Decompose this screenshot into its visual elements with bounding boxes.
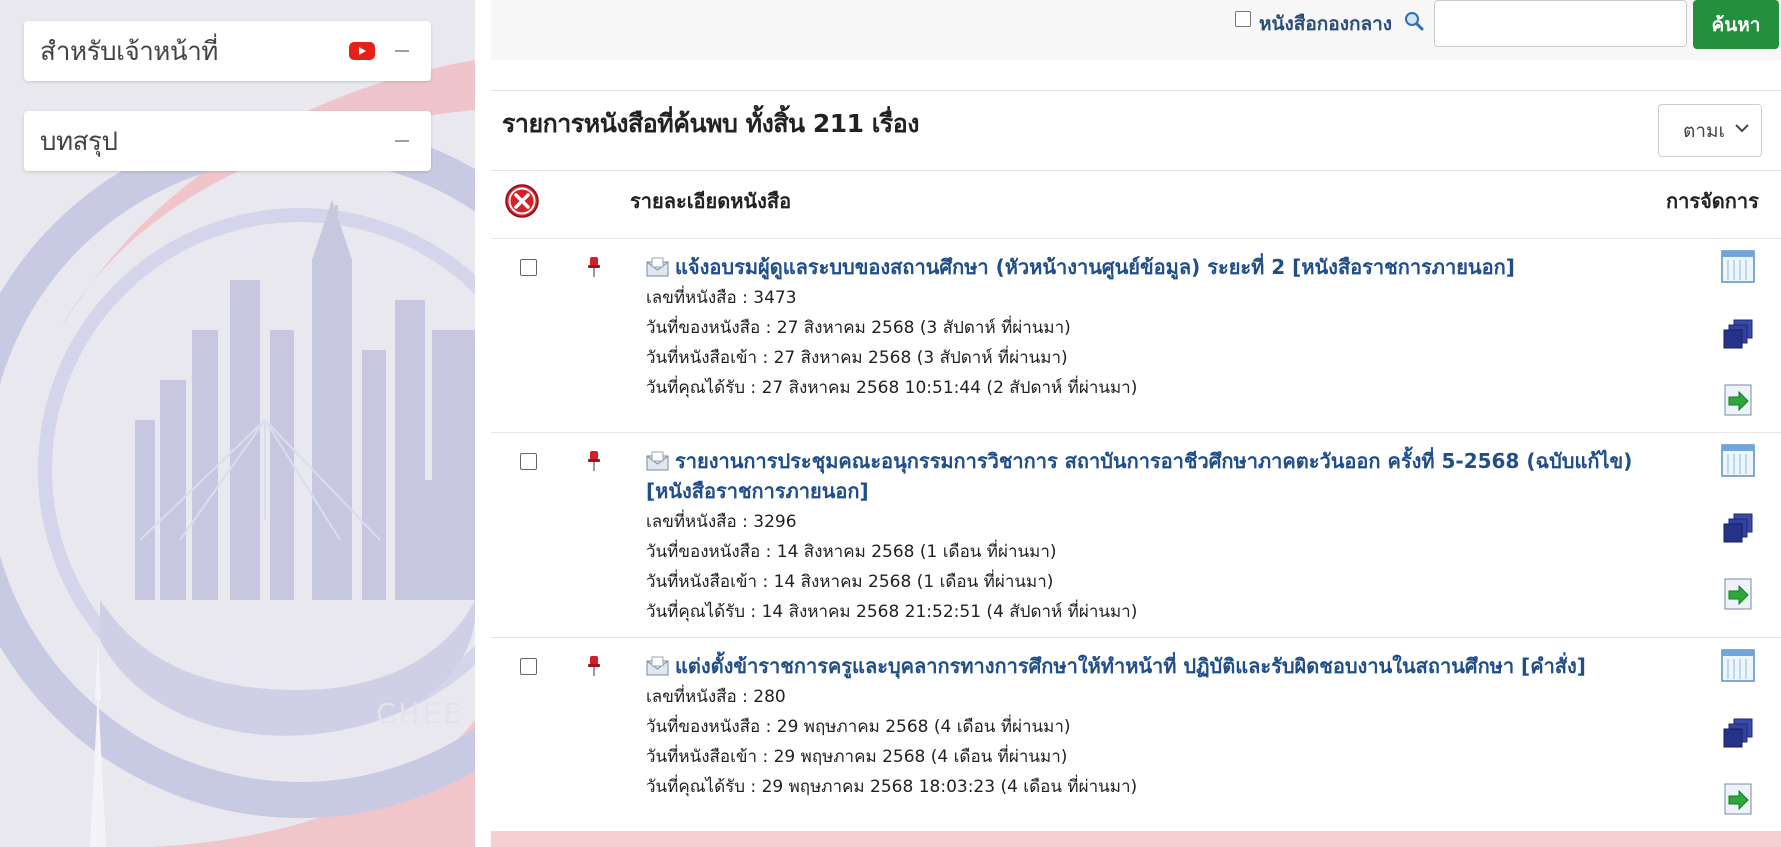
row-checkbox[interactable] <box>520 658 537 675</box>
pin-icon[interactable] <box>587 256 601 278</box>
pin-icon[interactable] <box>587 450 601 472</box>
forward-arrow-icon[interactable] <box>1720 781 1756 817</box>
calendar-icon[interactable] <box>1720 248 1756 284</box>
sidebar: CHEE สำหรับเจ้าหน้าที่ บทสรุป <box>0 0 475 847</box>
main-content: หนังสือกองกลาง ค้นหา รายการหนังสือที่ค้น… <box>475 0 1781 847</box>
search-bar: หนังสือกองกลาง ค้นหา <box>491 0 1781 60</box>
document-in-date: วันที่หนังสือเข้า : 27 สิงหาคม 2568 (3 ส… <box>646 348 1068 368</box>
divider <box>491 90 1781 91</box>
forward-arrow-icon[interactable] <box>1720 382 1756 418</box>
search-icon <box>1405 12 1424 31</box>
document-number: เลขที่หนังสือ : 280 <box>646 687 786 707</box>
document-title: แจ้งอบรมผู้ดูแลระบบของสถานศึกษา (หัวหน้า… <box>675 255 1515 279</box>
results-count-title: รายการหนังสือที่ค้นพบ ทั้งสิ้น 211 เรื่อ… <box>502 109 919 138</box>
document-received-date: วันที่คุณได้รับ : 27 สิงหาคม 2568 10:51:… <box>646 378 1138 398</box>
pin-icon[interactable] <box>587 655 601 677</box>
table-row: แจ้งอบรมผู้ดูแลระบบของสถานศึกษา (หัวหน้า… <box>491 238 1781 432</box>
forward-arrow-icon[interactable] <box>1720 576 1756 612</box>
copies-icon[interactable] <box>1720 715 1756 751</box>
minus-icon[interactable] <box>395 50 409 52</box>
document-date: วันที่ของหนังสือ : 14 สิงหาคม 2568 (1 เด… <box>646 542 1057 562</box>
summary-panel-header[interactable]: บทสรุป <box>24 111 431 171</box>
column-header-manage: การจัดการ <box>1666 189 1759 213</box>
next-row-highlighted <box>491 831 1781 847</box>
copies-icon[interactable] <box>1720 510 1756 546</box>
document-title-link[interactable]: แจ้งอบรมผู้ดูแลระบบของสถานศึกษา (หัวหน้า… <box>646 252 1656 282</box>
row-checkbox[interactable] <box>520 453 537 470</box>
document-number: เลขที่หนังสือ : 3296 <box>646 512 797 532</box>
panel-title: สำหรับเจ้าหน้าที่ <box>40 36 218 67</box>
column-header-detail: รายละเอียดหนังสือ <box>630 189 792 213</box>
document-date: วันที่ของหนังสือ : 29 พฤษภาคม 2568 (4 เด… <box>646 717 1071 737</box>
divider <box>491 170 1781 171</box>
document-title-link[interactable]: แต่งตั้งข้าราชการครูและบุคลากรทางการศึกษ… <box>646 651 1656 681</box>
envelope-icon <box>646 656 669 676</box>
search-button[interactable]: ค้นหา <box>1693 0 1779 49</box>
document-title: แต่งตั้งข้าราชการครูและบุคลากรทางการศึกษ… <box>675 654 1586 678</box>
table-row: แต่งตั้งข้าราชการครูและบุคลากรทางการศึกษ… <box>491 637 1781 831</box>
document-received-date: วันที่คุณได้รับ : 14 สิงหาคม 2568 21:52:… <box>646 602 1138 622</box>
sort-select[interactable]: ตามเ <box>1658 104 1762 157</box>
calendar-icon[interactable] <box>1720 647 1756 683</box>
table-row: รายงานการประชุมคณะอนุกรรมการวิชาการ สถาบ… <box>491 432 1781 637</box>
youtube-icon[interactable] <box>349 42 375 60</box>
document-date: วันที่ของหนังสือ : 27 สิงหาคม 2568 (3 สั… <box>646 318 1071 338</box>
central-documents-label: หนังสือกองกลาง <box>1259 13 1393 35</box>
minus-icon[interactable] <box>395 140 409 142</box>
document-number: เลขที่หนังสือ : 3473 <box>646 288 797 308</box>
central-documents-checkbox[interactable] <box>1235 11 1251 27</box>
envelope-icon <box>646 451 669 471</box>
document-received-date: วันที่คุณได้รับ : 29 พฤษภาคม 2568 18:03:… <box>646 777 1138 797</box>
sort-select-value: ตามเ <box>1683 119 1726 142</box>
calendar-icon[interactable] <box>1720 442 1756 478</box>
search-input[interactable] <box>1434 0 1687 47</box>
document-in-date: วันที่หนังสือเข้า : 14 สิงหาคม 2568 (1 เ… <box>646 572 1054 592</box>
watermark-text: CHEE <box>376 697 464 730</box>
document-title: รายงานการประชุมคณะอนุกรรมการวิชาการ สถาบ… <box>646 449 1633 503</box>
copies-icon[interactable] <box>1720 316 1756 352</box>
chevron-down-icon <box>1735 124 1749 133</box>
envelope-icon <box>646 257 669 277</box>
staff-panel-header[interactable]: สำหรับเจ้าหน้าที่ <box>24 21 431 81</box>
document-in-date: วันที่หนังสือเข้า : 29 พฤษภาคม 2568 (4 เ… <box>646 747 1068 767</box>
row-checkbox[interactable] <box>520 259 537 276</box>
document-title-link[interactable]: รายงานการประชุมคณะอนุกรรมการวิชาการ สถาบ… <box>646 446 1656 506</box>
panel-title: บทสรุป <box>40 126 118 157</box>
delete-selected-icon[interactable] <box>505 184 539 218</box>
